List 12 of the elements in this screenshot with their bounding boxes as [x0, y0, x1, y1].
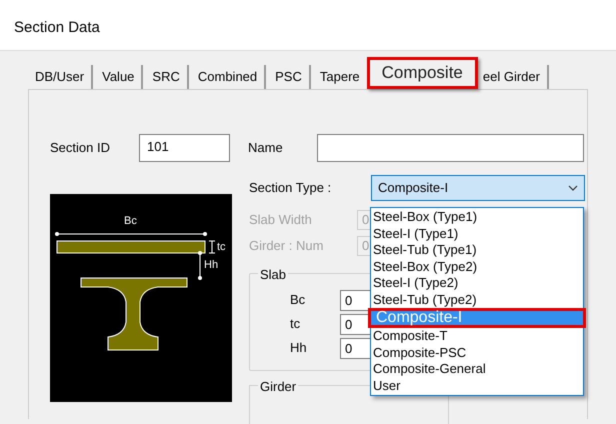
field-label: Slab Width — [249, 211, 313, 230]
dimension-label: Hh — [204, 260, 218, 271]
field-label: Bc — [290, 291, 306, 310]
field-label: tc — [290, 315, 302, 334]
dimension-label: Bc — [124, 216, 137, 227]
field-label: Girder : Num — [249, 237, 324, 256]
dimension-label: tc — [217, 242, 226, 253]
field-label: Name — [248, 138, 284, 157]
field-label: Section Type : — [249, 179, 332, 198]
field-label: Hh — [290, 339, 308, 358]
field-label: Section ID — [50, 138, 111, 157]
window-title: Section Data — [14, 18, 100, 38]
